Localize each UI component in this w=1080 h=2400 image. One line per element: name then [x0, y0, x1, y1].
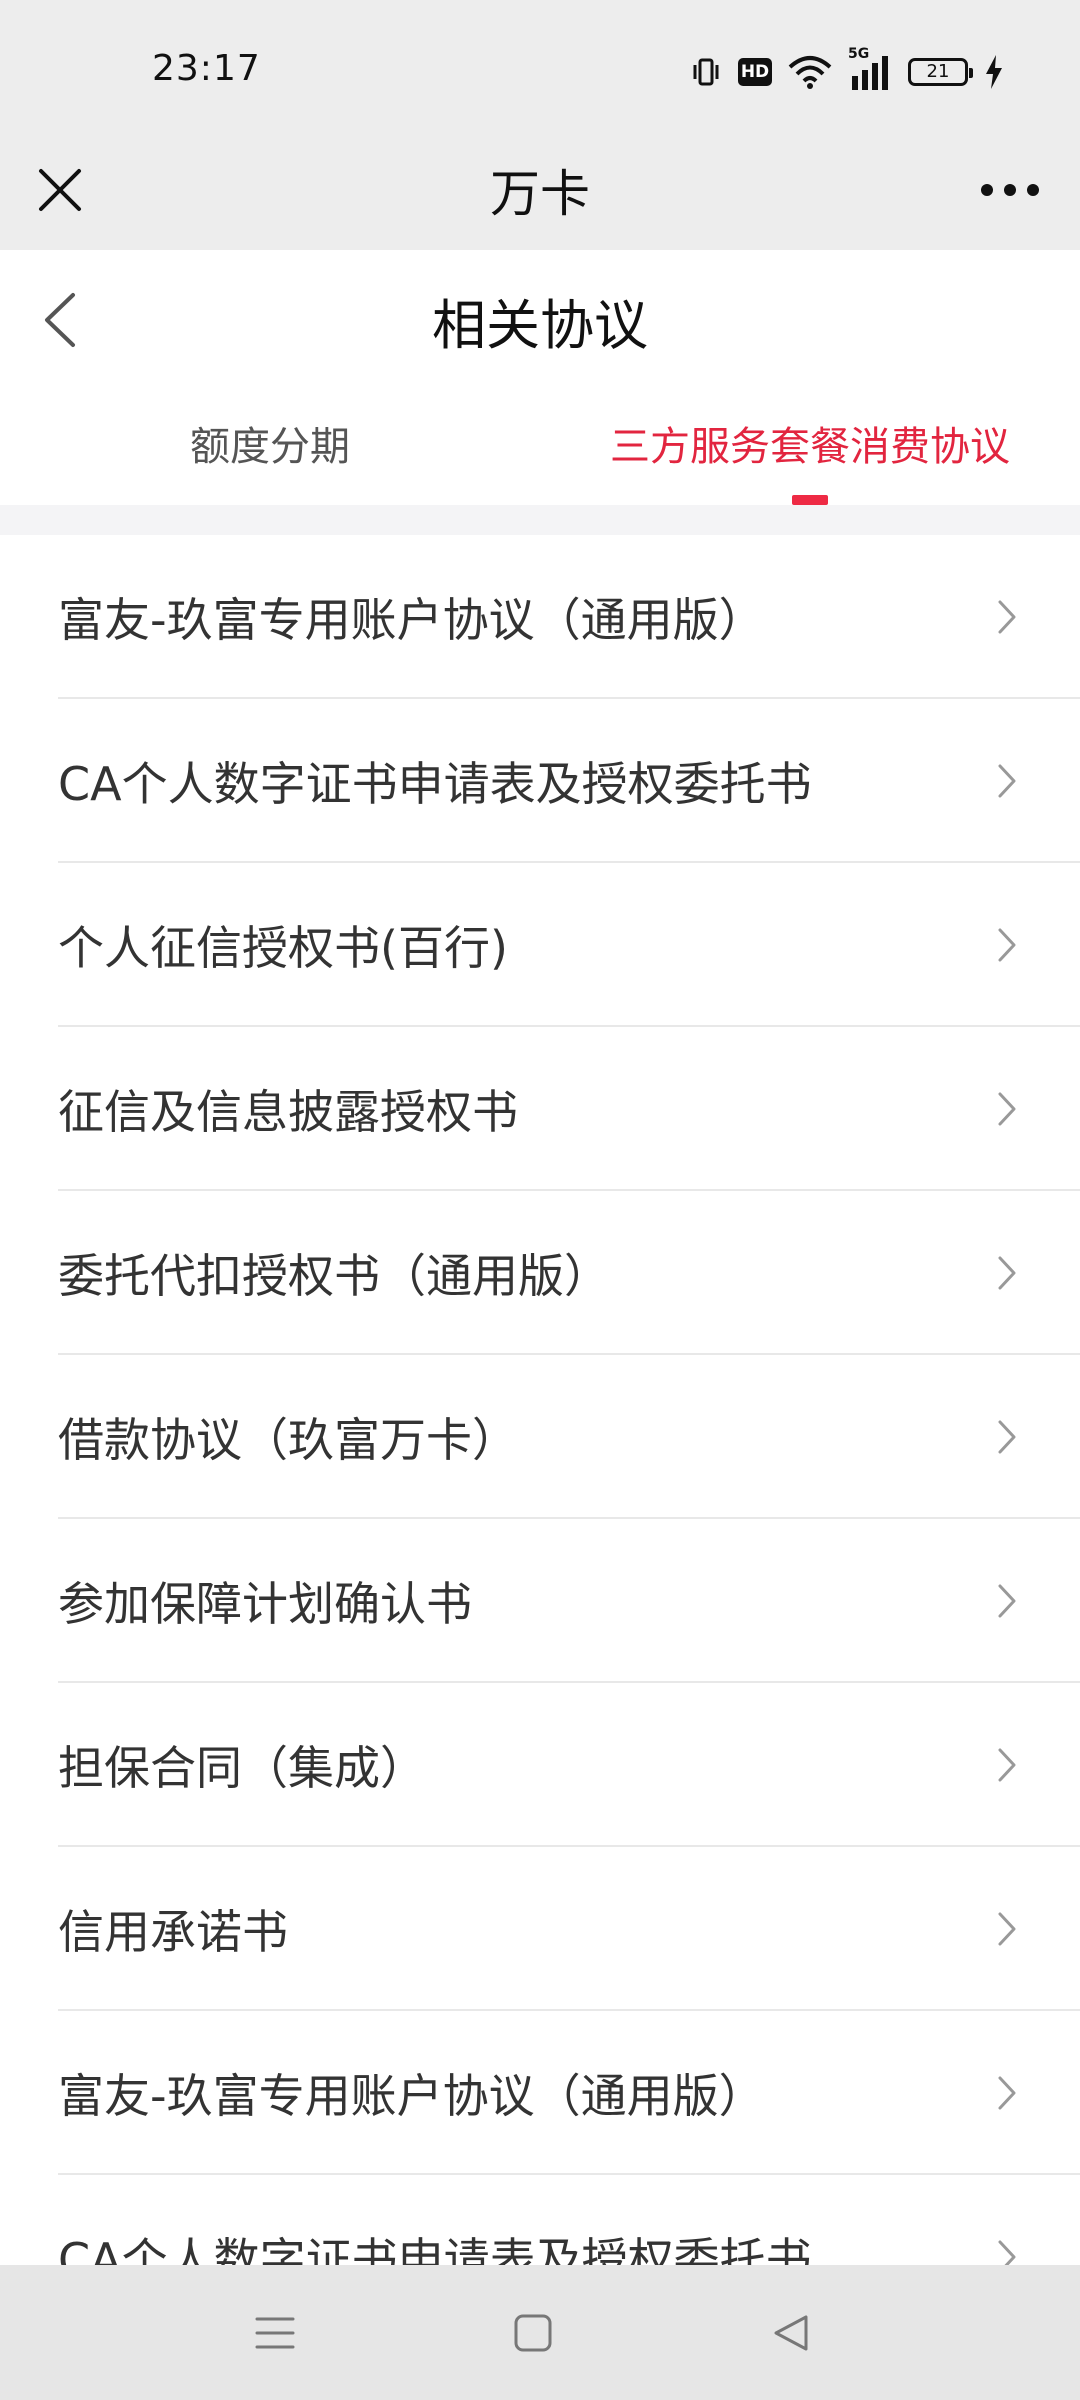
list-item[interactable]: 委托代扣授权书（通用版） [0, 1191, 1080, 1355]
wifi-icon [788, 55, 832, 89]
mini-program-header: 万卡 [0, 140, 1080, 250]
chevron-right-icon [992, 595, 1022, 639]
list-item[interactable]: 个人征信授权书(百行) [0, 863, 1080, 1027]
more-button[interactable] [970, 150, 1050, 230]
status-icons: HD 5G 21 [690, 46, 1004, 94]
chevron-right-icon [992, 923, 1022, 967]
home-icon [514, 2314, 552, 2352]
list-item-label: 富友-玖富专用账户协议（通用版） [58, 2069, 765, 2123]
list-item[interactable]: 信用承诺书 [0, 1847, 1080, 2011]
list-item[interactable]: CA个人数字证书申请表及授权委托书 [0, 699, 1080, 863]
chevron-right-icon [992, 1743, 1022, 1787]
page-header: 相关协议 [0, 250, 1080, 380]
list-item-label: 担保合同（集成） [58, 1741, 426, 1795]
system-back-button[interactable] [746, 2295, 836, 2371]
system-nav-bar [0, 2265, 1080, 2400]
page-title: 相关协议 [432, 293, 648, 357]
tab-third-party-service[interactable]: 三方服务套餐消费协议 [570, 380, 1050, 505]
chevron-right-icon [992, 2071, 1022, 2115]
chevron-right-icon [992, 759, 1022, 803]
section-gap [0, 505, 1080, 535]
mini-program-title: 万卡 [490, 165, 590, 223]
status-time: 23:17 [152, 48, 261, 89]
vibrate-icon [690, 56, 722, 88]
back-icon [774, 2315, 808, 2351]
status-bar: 23:17 HD 5G 21 [0, 0, 1080, 140]
hd-icon: HD [738, 58, 772, 86]
chevron-right-icon [992, 2235, 1022, 2265]
charging-icon [984, 55, 1004, 89]
battery-icon: 21 [908, 58, 973, 86]
list-item-label: 征信及信息披露授权书 [58, 1085, 518, 1139]
chevron-right-icon [992, 1087, 1022, 1131]
list-item-label: 个人征信授权书(百行) [58, 921, 508, 975]
list-item[interactable]: 借款协议（玖富万卡） [0, 1355, 1080, 1519]
list-item-label: CA个人数字证书申请表及授权委托书 [58, 2233, 812, 2265]
list-item-label: 委托代扣授权书（通用版） [58, 1249, 610, 1303]
list-item[interactable]: 担保合同（集成） [0, 1683, 1080, 1847]
chevron-right-icon [992, 1415, 1022, 1459]
list-item[interactable]: CA个人数字证书申请表及授权委托书 [0, 2175, 1080, 2265]
list-item[interactable]: 参加保障计划确认书 [0, 1519, 1080, 1683]
list-item-label: 参加保障计划确认书 [58, 1577, 472, 1631]
recents-button[interactable] [230, 2295, 320, 2371]
chevron-right-icon [992, 1579, 1022, 1623]
signal-5g-icon: 5G [848, 46, 892, 90]
chevron-right-icon [992, 1907, 1022, 1951]
tab-quota-installment[interactable]: 额度分期 [100, 380, 440, 505]
list-item-label: 富友-玖富专用账户协议（通用版） [58, 593, 765, 647]
menu-icon [255, 2317, 295, 2349]
list-item[interactable]: 富友-玖富专用账户协议（通用版） [0, 2011, 1080, 2175]
tab-bar: 额度分期 三方服务套餐消费协议 [0, 380, 1080, 505]
list-item[interactable]: 富友-玖富专用账户协议（通用版） [0, 535, 1080, 699]
more-icon [981, 184, 1039, 196]
agreement-list: 富友-玖富专用账户协议（通用版） CA个人数字证书申请表及授权委托书 个人征信授… [0, 535, 1080, 2265]
list-item-label: 信用承诺书 [58, 1905, 288, 1959]
chevron-right-icon [992, 1251, 1022, 1295]
list-item[interactable]: 征信及信息披露授权书 [0, 1027, 1080, 1191]
list-item-label: CA个人数字证书申请表及授权委托书 [58, 757, 812, 811]
home-button[interactable] [488, 2295, 578, 2371]
tab-active-indicator [792, 495, 828, 505]
list-item-label: 借款协议（玖富万卡） [58, 1413, 518, 1467]
